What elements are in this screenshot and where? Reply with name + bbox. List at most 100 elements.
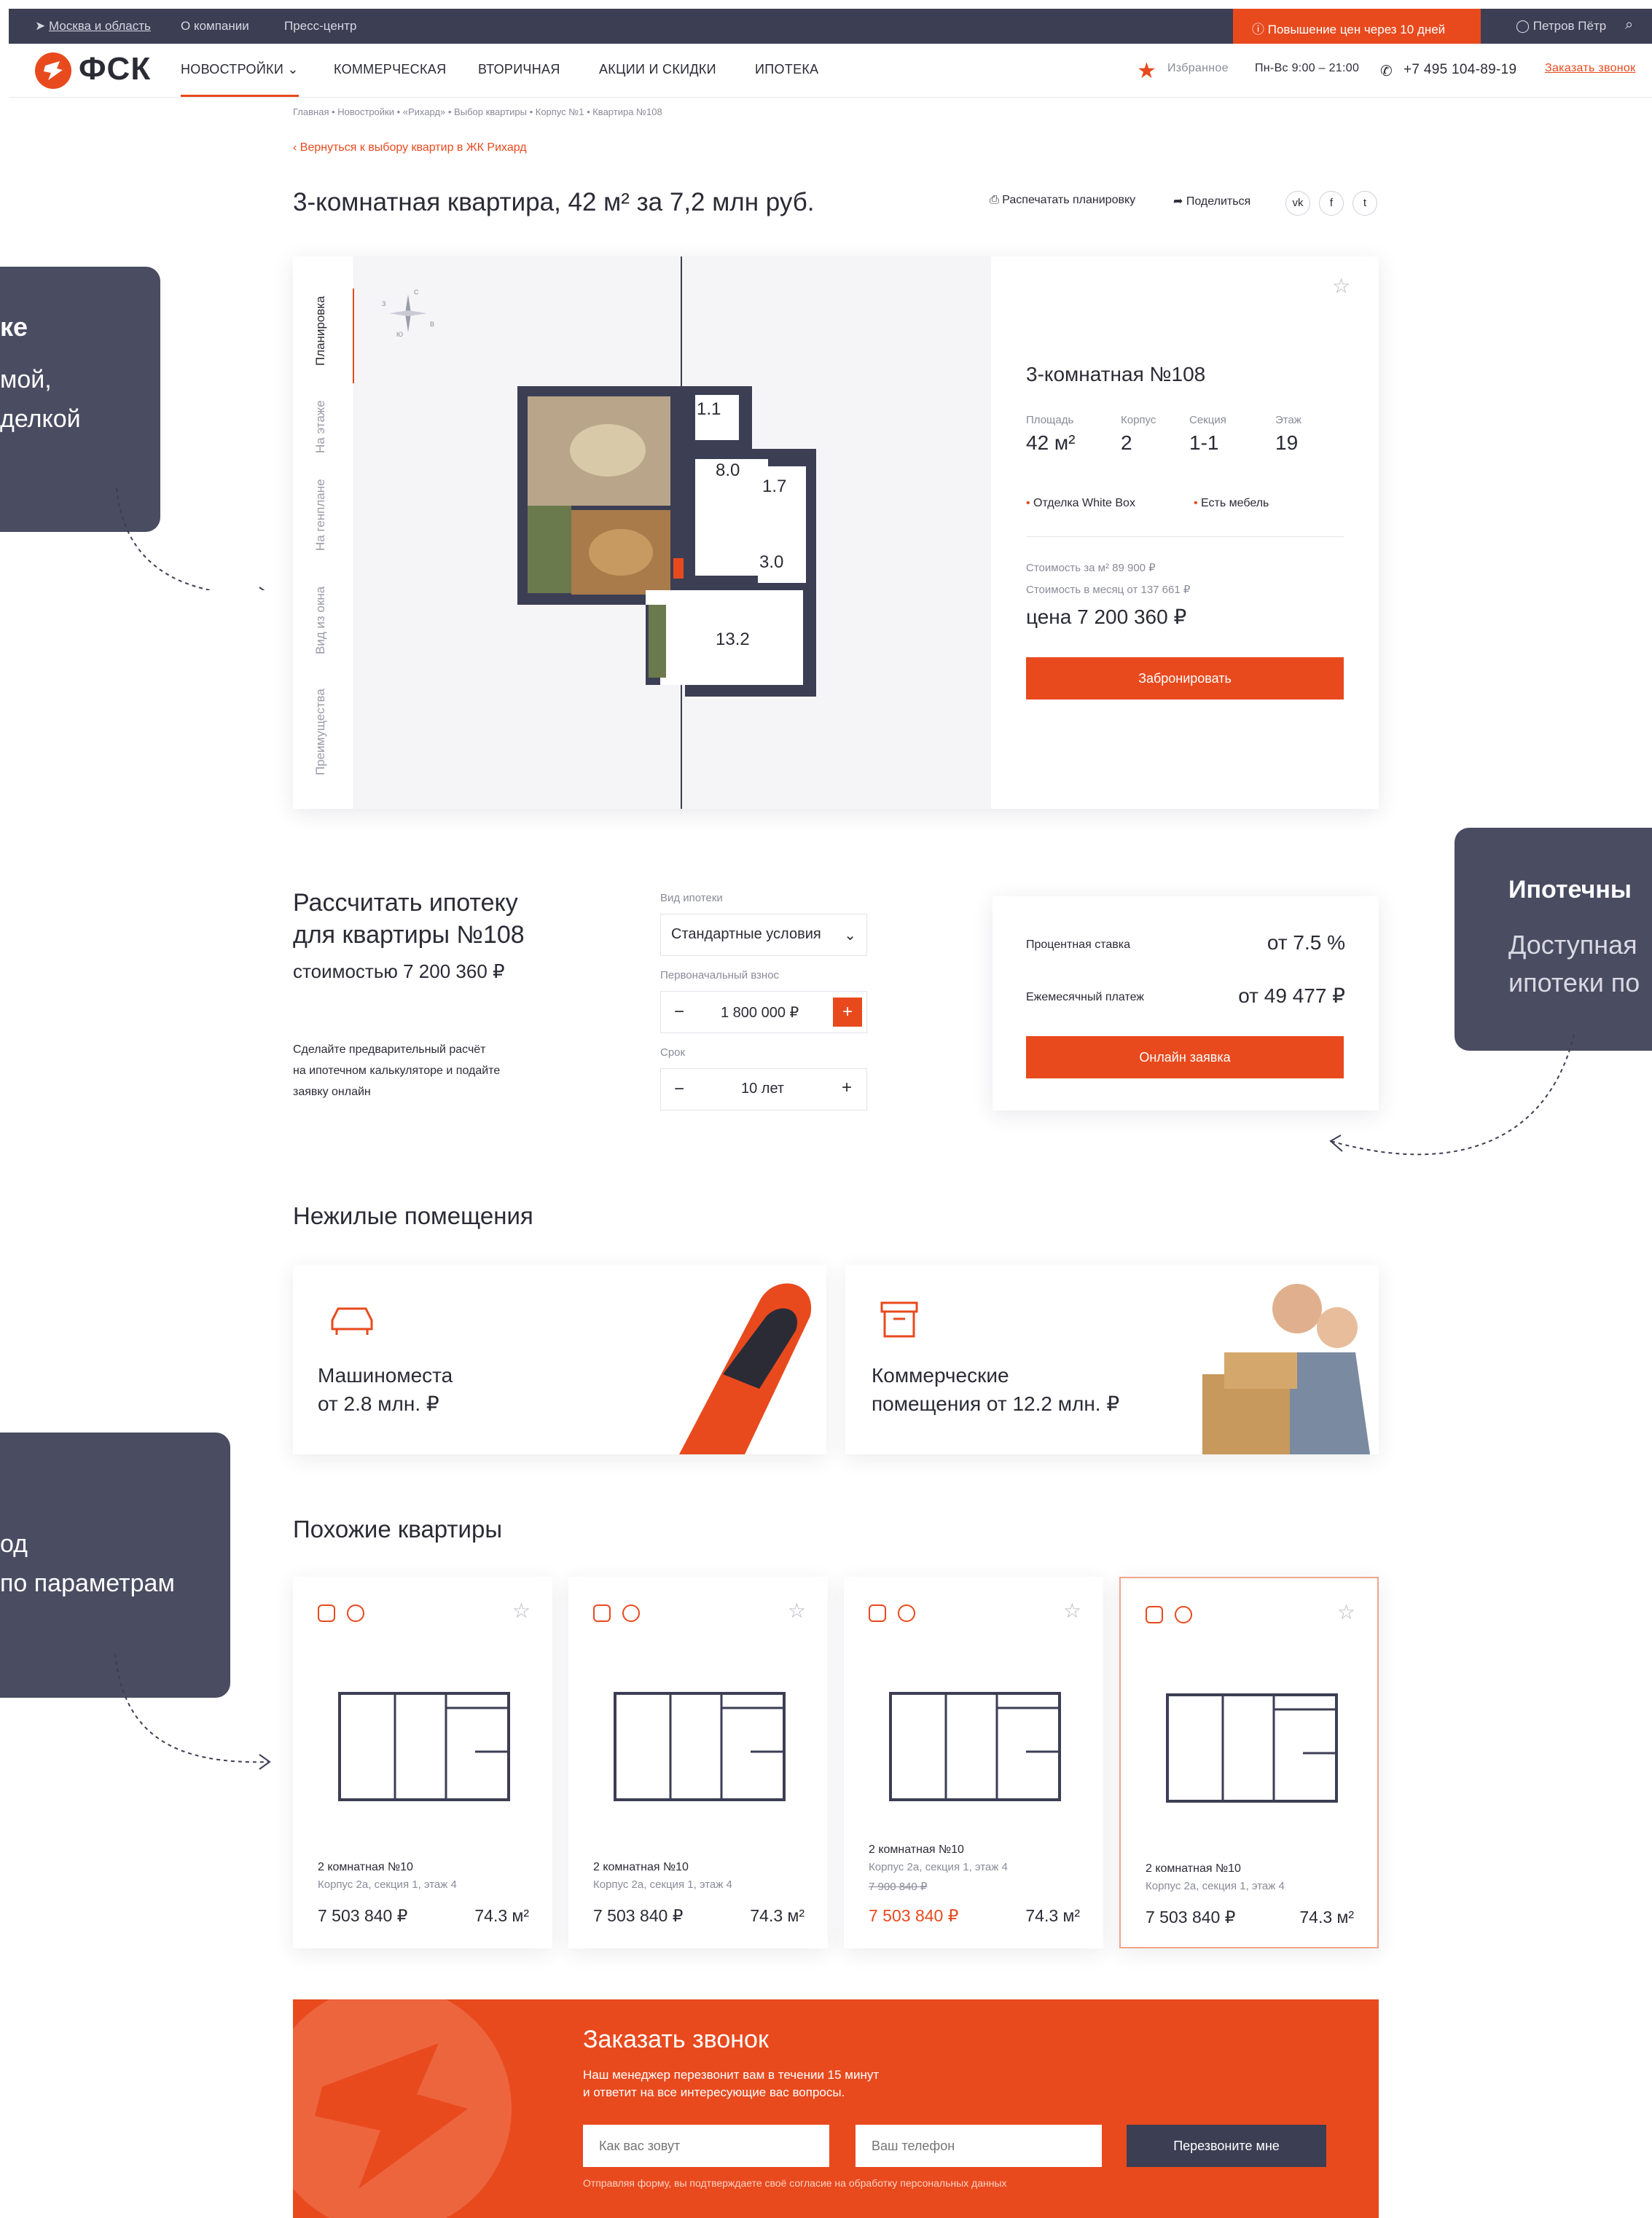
favorites-star-icon[interactable]: ★ [1137, 58, 1156, 84]
parking-card[interactable]: Машиноместа от 2.8 млн. ₽ [293, 1265, 826, 1454]
spec-label: Площадь [1026, 414, 1074, 426]
chevron-down-icon: ⌄ [844, 928, 856, 944]
favorite-star-icon[interactable]: ☆ [512, 1599, 531, 1623]
plus-icon[interactable]: + [833, 998, 862, 1027]
similar-apartment-card[interactable]: ☆ 2 комнатная №10 Корпус 2а, секция 1, эта… [568, 1577, 828, 1948]
minus-icon[interactable]: − [674, 1079, 684, 1100]
tab-window-view[interactable]: Вид из окна [313, 587, 328, 654]
brand-s-decoration [293, 1999, 512, 2218]
consent-text[interactable]: Отправляя форму, вы подтверждаете своё с… [583, 2177, 1007, 2189]
apartment-feature-icon [1175, 1606, 1192, 1623]
apartment-subtitle: Корпус 2а, секция 1, этаж 4 [593, 1878, 732, 1891]
nav-active-underline [181, 95, 299, 97]
similar-apartment-card[interactable]: ☆ 2 комнатная №10 Корпус 2а, секция 1, эта… [1119, 1577, 1379, 1948]
work-hours: Пн-Вс 9:00 – 21:00 [1255, 62, 1360, 74]
region-link[interactable]: ➤ Москва и область [35, 19, 151, 34]
main-nav: ФСК НОВОСТРОЙКИ ⌄ КОММЕРЧЕСКАЯ ВТОРИЧНАЯ… [9, 44, 1652, 98]
apartment-area: 74.3 м² [750, 1906, 805, 1925]
logo-icon[interactable] [35, 52, 71, 89]
mortgage-result: Процентная ставка от 7.5 % Ежемесячный п… [993, 896, 1379, 1110]
apartment-plan-thumbnail [338, 1692, 510, 1801]
search-icon[interactable]: ⌕ [1625, 17, 1633, 34]
minus-icon[interactable]: − [674, 1002, 684, 1022]
price-alert-badge[interactable]: ⓘ Повышение цен через 10 дней [1233, 9, 1481, 44]
callback-link[interactable]: Заказать звонок [1545, 62, 1635, 75]
nav-item-new[interactable]: НОВОСТРОЙКИ ⌄ [181, 62, 299, 77]
favorite-star-icon[interactable]: ☆ [1332, 274, 1350, 298]
tab-plan[interactable]: Планировка [313, 296, 328, 366]
favorite-star-icon[interactable]: ☆ [1337, 1600, 1355, 1624]
term-label: Срок [660, 1046, 686, 1059]
down-payment-stepper[interactable]: − 1 800 000 ₽ + [660, 991, 867, 1033]
book-button[interactable]: Забронировать [1026, 657, 1344, 700]
tab-floor[interactable]: На этаже [313, 400, 328, 453]
brand-logo[interactable]: ФСК [79, 51, 151, 87]
chevron-down-icon: ⌄ [287, 62, 299, 77]
plus-icon[interactable]: + [842, 1078, 852, 1098]
apartment-name: 3-комнатная №108 [1026, 363, 1206, 385]
apartment-plan-thumbnail [1166, 1693, 1338, 1803]
apartment-title: 2 комнатная №10 [869, 1843, 964, 1856]
apartment-feature-icon [593, 1604, 611, 1622]
apartment-feature-icon [318, 1604, 335, 1622]
phone-number[interactable]: +7 495 104-89-19 [1404, 62, 1516, 78]
floor-plan: С Ю З В 1.1 8.0 1.7 3.0 13.2 [354, 256, 991, 809]
down-payment-label: Первоначальный взнос [660, 969, 780, 981]
phone-input[interactable] [856, 2125, 1102, 2167]
apartment-plan-thumbnail [889, 1692, 1061, 1801]
mortgage-cost: стоимостью 7 200 360 ₽ [293, 960, 505, 982]
press-link[interactable]: Пресс-центр [284, 19, 356, 34]
mortgage-type-label: Вид ипотеки [660, 892, 723, 904]
similar-apartment-card[interactable]: ☆ 2 комнатная №10 Корпус 2а, секция 1, эта… [844, 1577, 1103, 1948]
user-menu[interactable]: ◯ Петров Пётр [1516, 19, 1606, 34]
car-icon [326, 1303, 377, 1339]
favorite-star-icon[interactable]: ☆ [788, 1599, 806, 1623]
print-button[interactable]: ⎙ Распечатать планировку [990, 194, 1135, 207]
callback-submit-button[interactable]: Перезвоните мне [1127, 2125, 1326, 2167]
favorites-link[interactable]: Избранное [1167, 62, 1229, 75]
apartment-subtitle: Корпус 2а, секция 1, этаж 4 [869, 1861, 1008, 1873]
apartment-title: 2 комнатная №10 [593, 1861, 689, 1873]
similar-apartment-card[interactable]: ☆ 2 комнатная №10 Корпус 2а, секция 1, эта… [293, 1577, 552, 1948]
apartment-feature-icon [898, 1604, 915, 1622]
facebook-icon[interactable]: f [1319, 191, 1344, 216]
spec-label: Секция [1189, 414, 1226, 426]
tab-masterplan[interactable]: На генплане [313, 479, 328, 551]
apartment-price: 7 503 840 ₽ [318, 1906, 408, 1925]
share-button[interactable]: ➦ Поделиться [1173, 194, 1250, 208]
divider [1026, 536, 1344, 537]
apartment-title: 2 комнатная №10 [1146, 1862, 1241, 1875]
mortgage-type-select[interactable]: Стандартные условия ⌄ [660, 914, 867, 956]
callback-title: Заказать звонок [583, 2026, 769, 2053]
vk-icon[interactable]: vk [1285, 191, 1310, 216]
price-per-month: Стоимость в месяц от 137 661 ₽ [1026, 584, 1191, 596]
favorite-star-icon[interactable]: ☆ [1063, 1599, 1081, 1623]
apply-online-button[interactable]: Онлайн заявка [1026, 1036, 1344, 1078]
mortgage-title-2: для квартиры №108 [293, 921, 525, 949]
price-per-m2: Стоимость за м² 89 900 ₽ [1026, 562, 1156, 574]
nav-item-commercial[interactable]: КОММЕРЧЕСКАЯ [334, 62, 446, 77]
room-label: 8.0 [716, 461, 740, 480]
room-label: 1.1 [697, 399, 721, 419]
old-price: 7 900 840 ₽ [869, 1881, 928, 1893]
box-icon [879, 1300, 920, 1341]
breadcrumb[interactable]: Главная • Новостройки • «Рихард» • Выбор… [293, 106, 662, 117]
nav-item-mortgage[interactable]: ИПОТЕКА [755, 62, 818, 77]
about-link[interactable]: О компании [181, 19, 249, 34]
name-input[interactable] [583, 2125, 829, 2167]
phone-icon: ✆ [1380, 63, 1393, 79]
commercial-card[interactable]: Коммерческие помещения от 12.2 млн. ₽ [845, 1265, 1379, 1454]
apartment-subtitle: Корпус 2а, секция 1, этаж 4 [318, 1878, 457, 1891]
apartment-title: 2 комнатная №10 [318, 1861, 413, 1873]
tab-advantages[interactable]: Преимущества [313, 689, 328, 775]
term-stepper[interactable]: − 10 лет + [660, 1068, 867, 1110]
apartment-price: 7 503 840 ₽ [869, 1906, 959, 1925]
compass-icon: С Ю З В [382, 289, 435, 338]
back-link[interactable]: ‹ Вернуться к выбору квартир в ЖК Рихард [293, 141, 527, 154]
arrow-decoration [114, 1653, 271, 1770]
side-panel-right: Ипотечны Доступная ипотеки по [1455, 828, 1652, 1051]
nav-item-promo[interactable]: АКЦИИ И СКИДКИ [599, 62, 716, 77]
nav-item-secondary[interactable]: ВТОРИЧНАЯ [478, 62, 560, 77]
spec-value: 42 м² [1026, 431, 1076, 454]
twitter-icon[interactable]: t [1352, 191, 1377, 216]
